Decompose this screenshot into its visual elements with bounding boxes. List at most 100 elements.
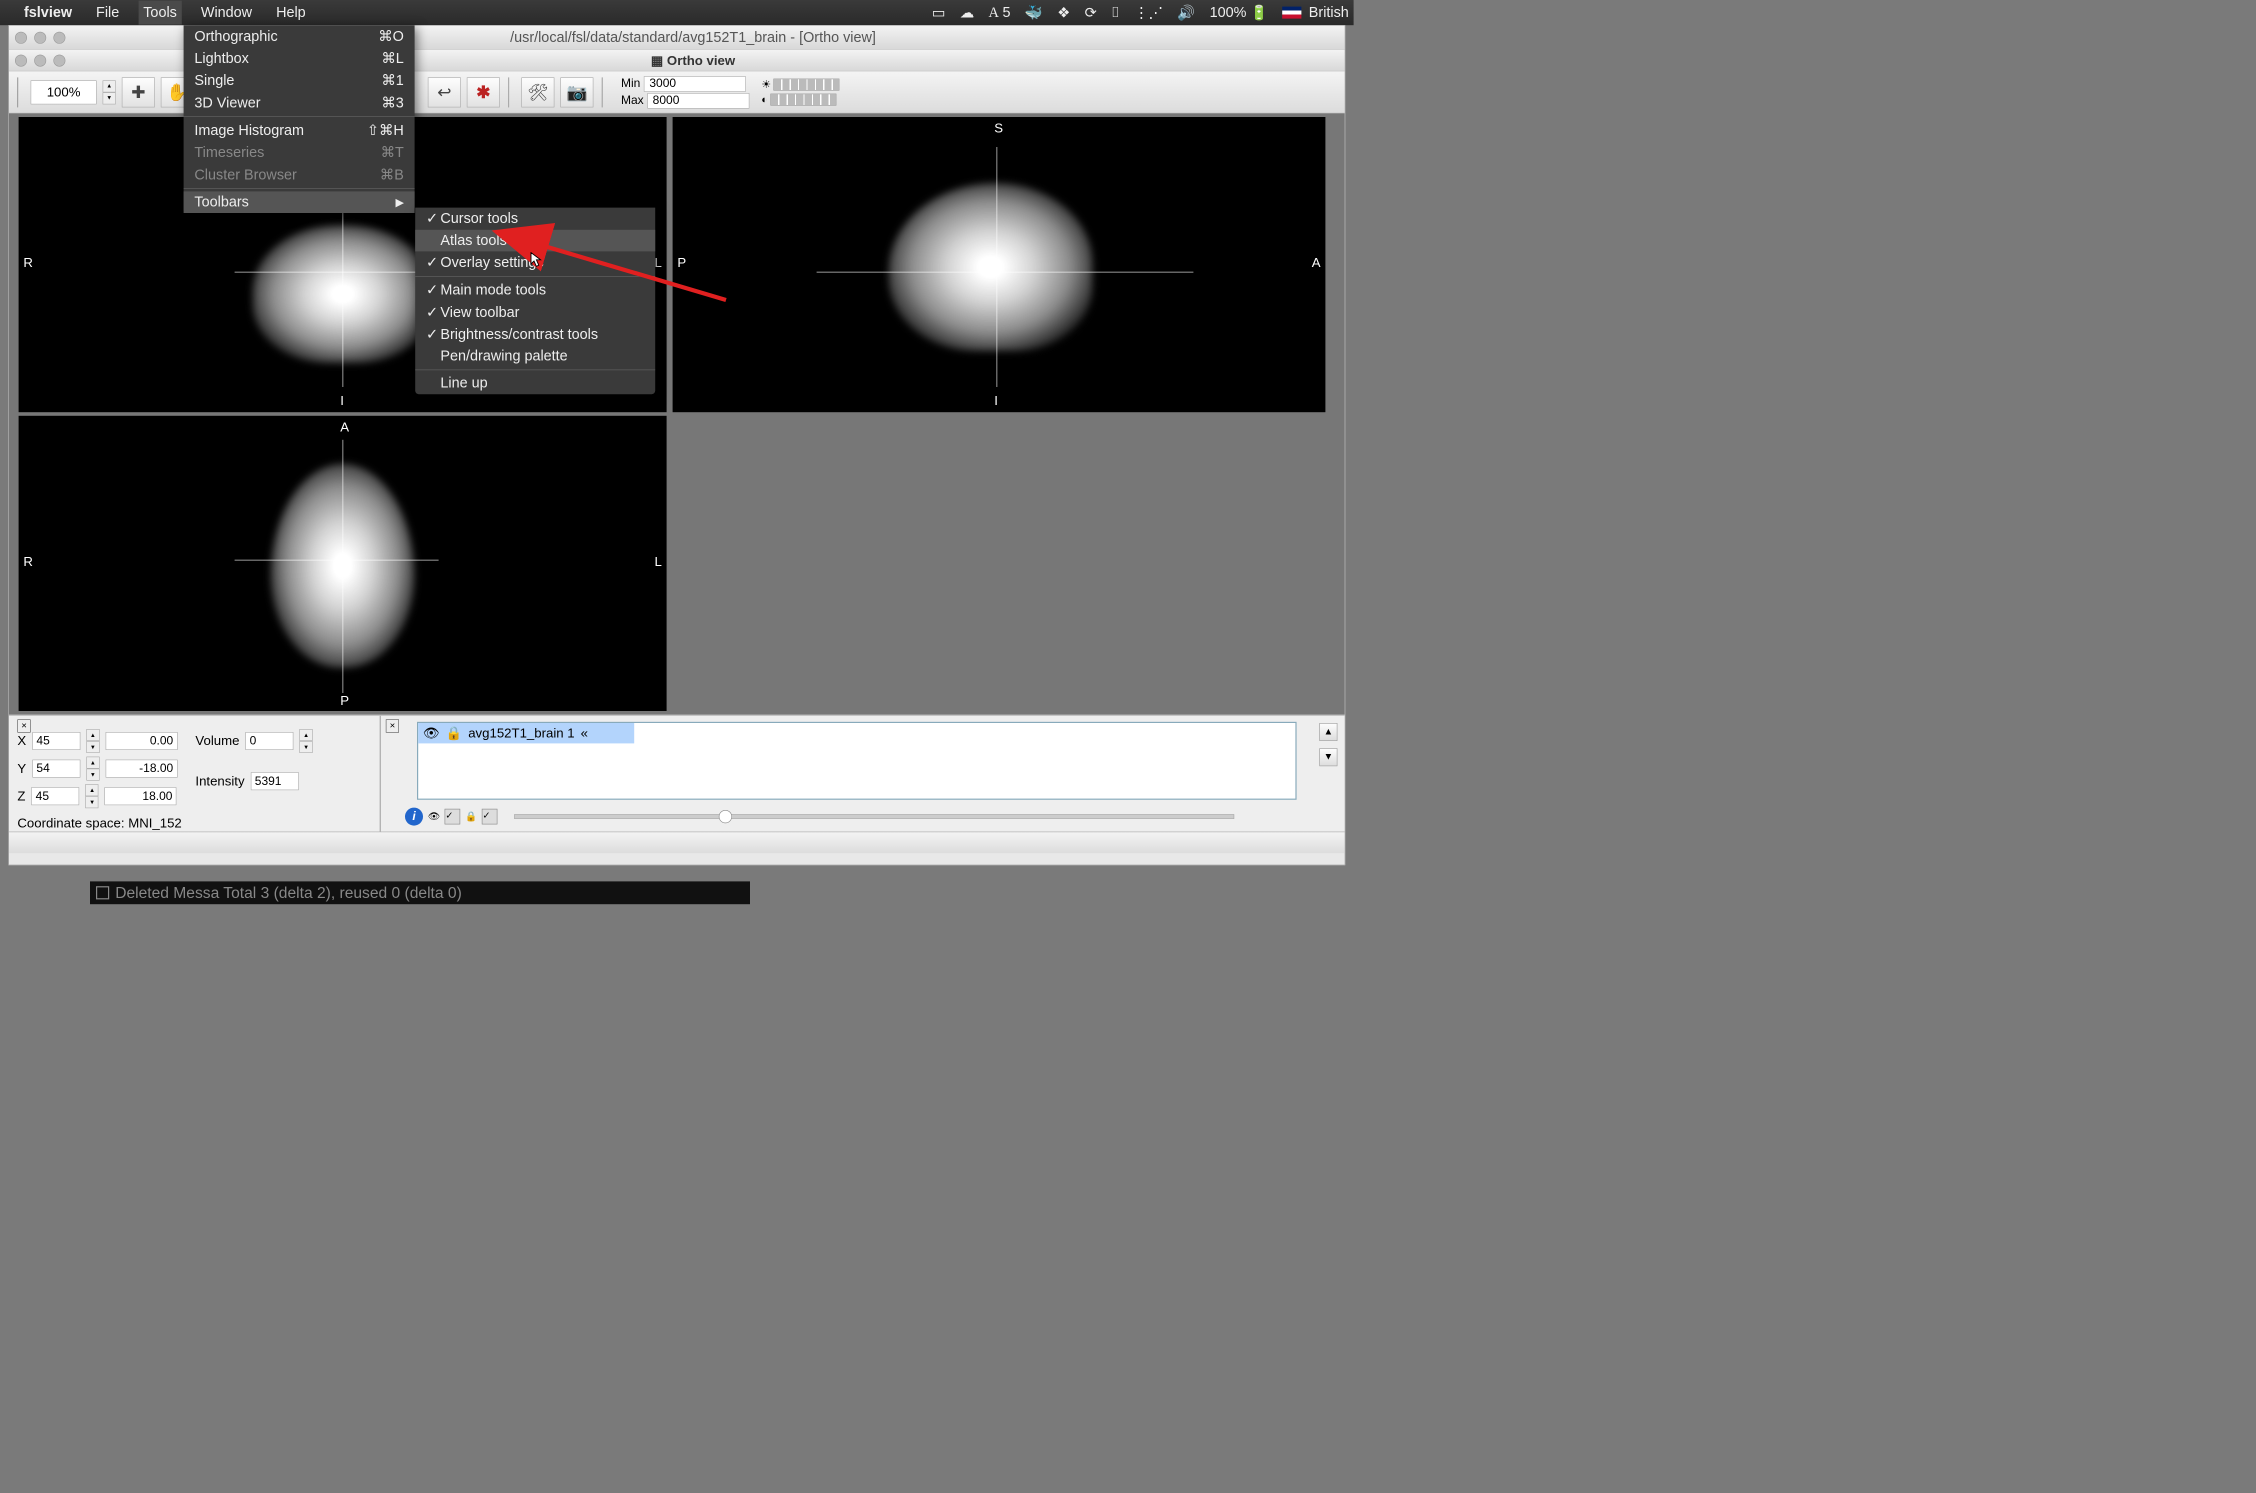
- cloud-icon[interactable]: ☁: [960, 4, 974, 21]
- min-label: Min: [621, 77, 640, 91]
- window-traffic-lights[interactable]: [15, 32, 65, 44]
- orient-s: S: [994, 121, 1003, 137]
- orient-a2: A: [340, 419, 349, 435]
- checkbox-icon: [96, 886, 109, 899]
- close-coord-panel-button[interactable]: ×: [17, 719, 30, 732]
- menu-cluster-browser: Cluster Browser⌘B: [184, 164, 415, 186]
- opacity-slider[interactable]: [514, 814, 1234, 819]
- intensity-input[interactable]: [251, 772, 299, 790]
- overlay-up-button[interactable]: ▲: [1319, 723, 1337, 741]
- coordinate-space-label: Coordinate space: MNI_152: [17, 815, 371, 831]
- app-name[interactable]: fslview: [19, 1, 77, 25]
- y-label: Y: [17, 761, 26, 777]
- background-terminal: Deleted Messa Total 3 (delta 2), reused …: [90, 881, 750, 904]
- min-input[interactable]: [644, 76, 746, 92]
- visibility-toggle-icon[interactable]: 👁: [428, 811, 440, 823]
- toolbars-submenu: ✓Cursor tools Atlas tools ✓Overlay setti…: [415, 208, 655, 395]
- submenu-brightness-contrast-tools[interactable]: ✓Brightness/contrast tools: [415, 323, 655, 345]
- axial-view[interactable]: A R L P: [19, 416, 667, 711]
- submenu-pen-drawing-palette[interactable]: Pen/drawing palette: [415, 346, 655, 368]
- x-stepper[interactable]: ▲▼: [86, 729, 99, 753]
- visibility-checkbox[interactable]: ✓: [445, 809, 461, 825]
- lock-icon[interactable]: 🔒: [446, 725, 462, 741]
- menu-timeseries: Timeseries⌘T: [184, 142, 415, 164]
- submenu-main-mode-tools[interactable]: ✓Main mode tools: [415, 279, 655, 301]
- menu-lightbox[interactable]: Lightbox⌘L: [184, 47, 415, 69]
- submenu-view-toolbar[interactable]: ✓View toolbar: [415, 301, 655, 323]
- orient-r: R: [23, 255, 33, 271]
- docker-icon[interactable]: 🐳: [1025, 4, 1043, 21]
- menu-single[interactable]: Single⌘1: [184, 70, 415, 92]
- menu-orthographic[interactable]: Orthographic⌘O: [184, 25, 415, 47]
- z-mm-input[interactable]: [105, 787, 177, 805]
- volume-icon[interactable]: 🔊: [1177, 4, 1195, 21]
- x-voxel-input[interactable]: [32, 732, 80, 750]
- orient-a: A: [1312, 255, 1321, 271]
- volume-stepper[interactable]: ▲▼: [299, 729, 312, 753]
- overlay-down-button[interactable]: ▼: [1319, 748, 1337, 766]
- y-stepper[interactable]: ▲▼: [86, 757, 99, 781]
- coordinate-panel: × X▲▼ Y▲▼ Z▲▼ Volume▲▼ Intensity Coordin…: [9, 716, 381, 832]
- options-button[interactable]: 🛠: [521, 77, 554, 107]
- battery-alt-icon[interactable]: ▭: [932, 4, 946, 21]
- overlay-panel: × 👁 🔒 avg152T1_brain 1 « ▲ ▼ i 👁 ✓ 🔒 ✓: [381, 716, 1345, 832]
- sync-icon[interactable]: ⟳: [1085, 4, 1097, 21]
- language-indicator[interactable]: British: [1282, 4, 1348, 21]
- menu-3d-viewer[interactable]: 3D Viewer⌘3: [184, 92, 415, 114]
- x-label: X: [17, 733, 26, 749]
- menu-window[interactable]: Window: [196, 1, 257, 25]
- submenu-atlas-tools[interactable]: Atlas tools: [415, 230, 655, 252]
- x-mm-input[interactable]: [105, 732, 177, 750]
- tools-menu: Orthographic⌘O Lightbox⌘L Single⌘1 3D Vi…: [184, 25, 415, 213]
- orient-r2: R: [23, 554, 33, 570]
- contrast-slider[interactable]: [770, 94, 836, 106]
- z-label: Z: [17, 788, 25, 804]
- lock-checkbox[interactable]: ✓: [482, 809, 498, 825]
- overlay-list[interactable]: 👁 🔒 avg152T1_brain 1 «: [417, 722, 1297, 800]
- column-icon[interactable]: ⌷: [1111, 4, 1120, 21]
- crosshair-tool-button[interactable]: ✚: [122, 77, 155, 107]
- overlay-name: avg152T1_brain 1: [468, 725, 574, 741]
- zoom-stepper[interactable]: ▲▼: [103, 80, 116, 104]
- battery-status[interactable]: 100%🔋: [1210, 4, 1268, 21]
- orient-i: I: [340, 393, 344, 409]
- brightness-slider[interactable]: [773, 79, 839, 91]
- uk-flag-icon: [1282, 7, 1301, 19]
- z-voxel-input[interactable]: [31, 787, 79, 805]
- submenu-line-up[interactable]: Line up: [415, 373, 655, 395]
- snapshot-button[interactable]: 📷: [560, 77, 593, 107]
- menu-tools[interactable]: Tools: [138, 1, 181, 25]
- lock-toggle-icon[interactable]: 🔒: [465, 811, 477, 823]
- contrast-icon: ◐: [761, 93, 768, 106]
- y-voxel-input[interactable]: [32, 760, 80, 778]
- overlay-item[interactable]: 👁 🔒 avg152T1_brain 1 «: [418, 723, 634, 743]
- submenu-arrow-icon: ▶: [395, 196, 403, 209]
- mac-menubar: fslview File Tools Window Help ▭ ☁ A5 🐳 …: [0, 0, 1354, 25]
- orient-l2: L: [654, 554, 661, 570]
- volume-input[interactable]: [245, 732, 293, 750]
- bottom-panels: × X▲▼ Y▲▼ Z▲▼ Volume▲▼ Intensity Coordin…: [9, 715, 1345, 832]
- close-overlay-panel-button[interactable]: ×: [386, 719, 399, 732]
- menu-image-histogram[interactable]: Image Histogram⇧⌘H: [184, 119, 415, 141]
- submenu-cursor-tools[interactable]: ✓Cursor tools: [415, 208, 655, 230]
- reset-button[interactable]: ↩: [428, 77, 461, 107]
- menu-toolbars[interactable]: Toolbars▶: [184, 191, 415, 213]
- menu-file[interactable]: File: [91, 1, 124, 25]
- menu-help[interactable]: Help: [271, 1, 310, 25]
- status-bar: [9, 832, 1345, 854]
- wifi-icon[interactable]: ⋮⋰: [1134, 4, 1163, 21]
- z-stepper[interactable]: ▲▼: [85, 784, 98, 808]
- collapse-icon[interactable]: «: [581, 725, 588, 741]
- info-button[interactable]: i: [405, 808, 423, 826]
- zoom-input[interactable]: [31, 80, 97, 104]
- max-input[interactable]: [647, 93, 749, 109]
- sagittal-view[interactable]: S P A I: [673, 117, 1326, 412]
- dropbox-icon[interactable]: ❖: [1057, 4, 1070, 21]
- orient-p: P: [677, 255, 686, 271]
- link-cursor-button[interactable]: ✱: [467, 77, 500, 107]
- visibility-icon[interactable]: 👁: [423, 725, 440, 741]
- doc-traffic-lights[interactable]: [15, 54, 65, 66]
- notification-count[interactable]: A5: [989, 4, 1011, 21]
- submenu-overlay-settings[interactable]: ✓Overlay settings: [415, 251, 655, 273]
- y-mm-input[interactable]: [105, 760, 177, 778]
